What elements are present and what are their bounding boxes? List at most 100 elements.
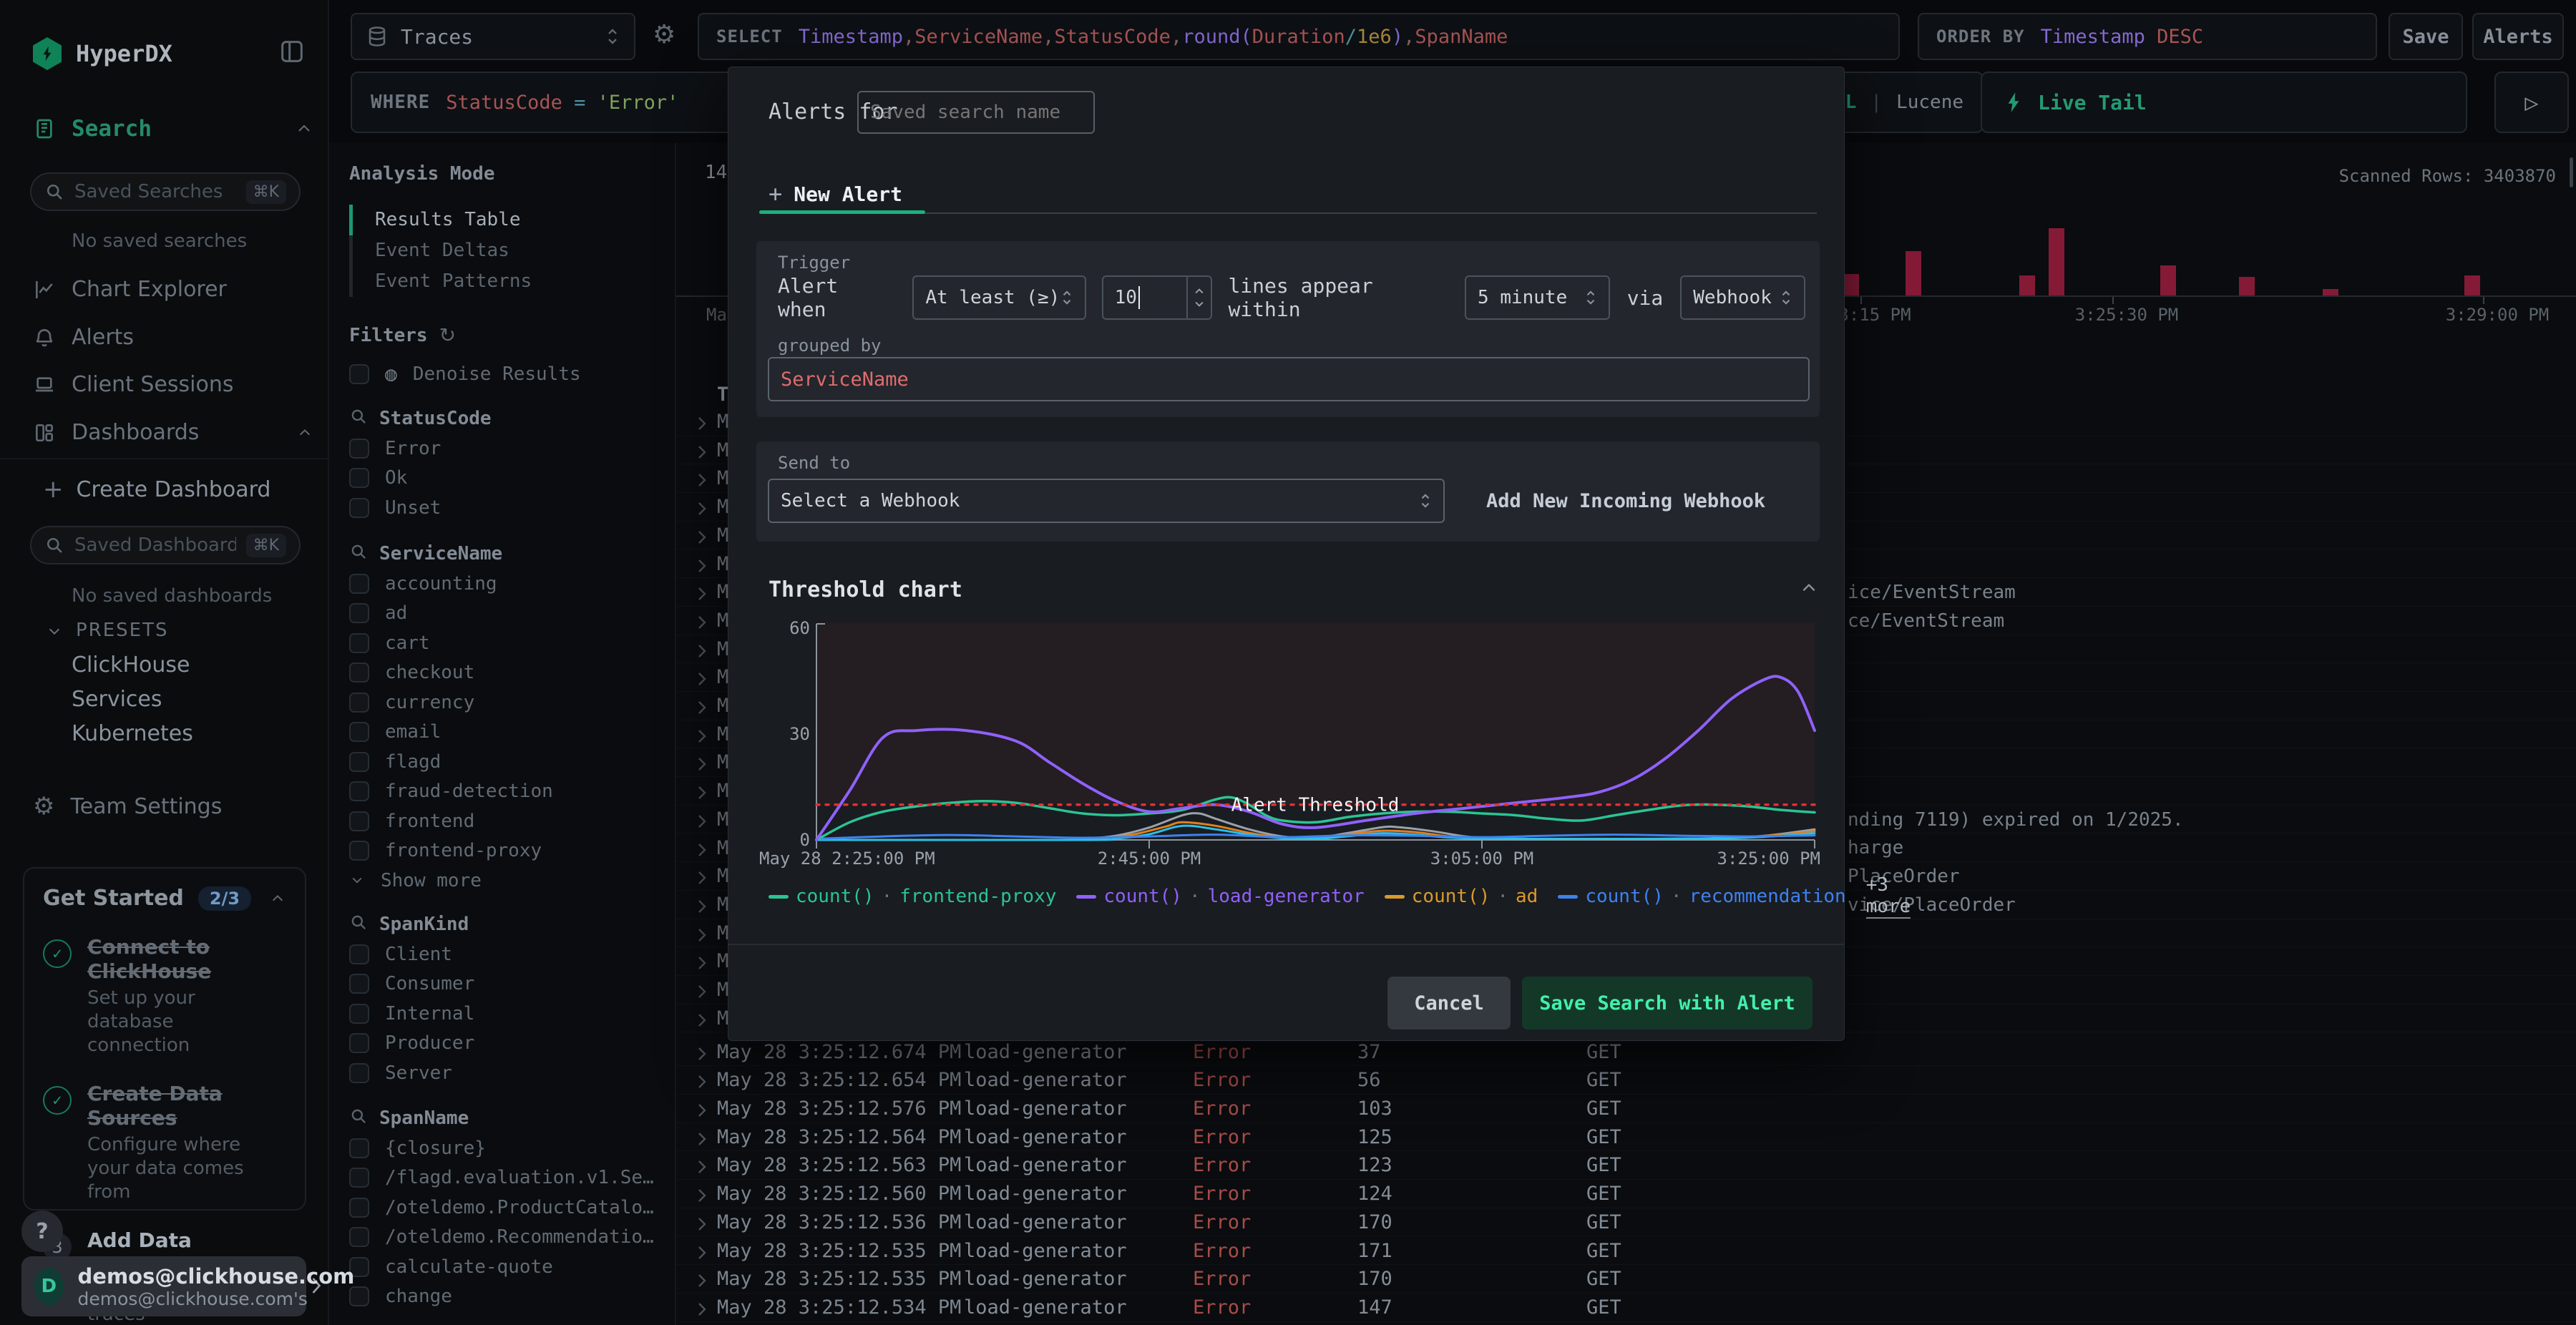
checkbox[interactable] [349, 944, 369, 964]
analysis-mode-event-patterns[interactable]: Event Patterns [349, 266, 663, 297]
histogram-bar[interactable] [1843, 274, 1859, 297]
save-search-with-alert-button[interactable]: Save Search with Alert [1522, 977, 1813, 1030]
checkbox[interactable] [349, 363, 369, 384]
live-tail-button[interactable]: Live Tail [1981, 72, 2467, 133]
help-button[interactable]: ? [21, 1211, 63, 1252]
sidebar-item-dashboards[interactable]: Dashboards [33, 416, 313, 448]
checkbox[interactable] [349, 632, 369, 653]
get-started-step-1[interactable]: ✓ Connect to ClickHouse Set up your data… [43, 935, 286, 1057]
number-stepper[interactable] [1186, 277, 1211, 318]
presets-toggle[interactable]: PRESETS [46, 620, 169, 641]
filter-option[interactable]: frontend-proxy [349, 836, 665, 866]
table-row[interactable]: May 28 3:25:12.654 PM load-generator Error… [676, 1066, 2576, 1095]
create-dashboard-button[interactable]: + Create Dashboard [43, 475, 270, 504]
sidebar-item-chart-explorer[interactable]: Chart Explorer [33, 273, 313, 305]
filter-option[interactable]: {closure} [349, 1133, 665, 1163]
legend-item[interactable]: count() · frontend-proxy [769, 886, 1056, 907]
checkbox[interactable] [349, 1062, 369, 1083]
legend-item[interactable]: count() · ad [1384, 886, 1538, 907]
cancel-button[interactable]: Cancel [1387, 977, 1511, 1030]
histogram-bar[interactable] [2019, 275, 2035, 297]
checkbox[interactable] [349, 468, 369, 489]
legend-item[interactable]: count() · recommendation [1558, 886, 1846, 907]
window-select[interactable]: 5 minute [1465, 275, 1610, 320]
preset-services[interactable]: Services [72, 687, 162, 712]
saved-dashboards-input[interactable] [74, 534, 236, 556]
checkbox[interactable] [349, 1138, 369, 1158]
table-row[interactable]: May 28 3:25:12.563 PM load-generator Error… [676, 1151, 2576, 1180]
filter-option[interactable]: Consumer [349, 969, 665, 999]
filter-option[interactable]: frontend [349, 806, 665, 836]
denoise-toggle[interactable]: ◍ Denoise Results [349, 359, 663, 389]
checkbox[interactable] [349, 662, 369, 683]
source-settings-gear-icon[interactable]: ⚙ [653, 20, 675, 49]
threshold-type-select[interactable]: At least (≥) [912, 275, 1086, 320]
histogram-bar[interactable] [2049, 228, 2064, 297]
threshold-chart[interactable]: 0 30 60 May 28 2:25:00 PM 2:45:00 PM 3:05:00 … [759, 612, 1825, 877]
filter-option[interactable]: flagd [349, 747, 665, 777]
filter-option[interactable]: change [349, 1282, 665, 1312]
filter-option[interactable]: Unset [349, 493, 665, 523]
sql-select-input[interactable]: SELECT Timestamp,ServiceName,StatusCode,… [698, 13, 1900, 60]
filter-option[interactable]: currency [349, 688, 665, 718]
alerts-button[interactable]: Alerts [2472, 13, 2564, 60]
checkbox[interactable] [349, 841, 369, 861]
language-lucene[interactable]: Lucene [1896, 92, 1963, 113]
order-by-input[interactable]: ORDER BY Timestamp DESC [1918, 13, 2377, 60]
checkbox[interactable] [349, 1168, 369, 1188]
threshold-value-input[interactable]: 10 [1101, 275, 1213, 320]
chevron-right-icon[interactable] [696, 1299, 708, 1325]
table-row[interactable]: May 28 3:25:12.564 PM load-generator Error… [676, 1123, 2576, 1152]
filter-option[interactable]: /oteldemo.Recommendatio… [349, 1223, 665, 1253]
sidebar-item-client-sessions[interactable]: Client Sessions [33, 368, 313, 400]
filter-option[interactable]: Producer [349, 1029, 665, 1059]
refresh-icon[interactable]: ↻ [439, 323, 456, 347]
histogram-bar[interactable] [2239, 277, 2255, 297]
table-row[interactable]: May 28 3:25:12.536 PM load-generator Error… [676, 1208, 2576, 1237]
filter-option[interactable]: Internal [349, 999, 665, 1029]
source-select[interactable]: Traces [351, 13, 635, 60]
webhook-select[interactable]: Select a Webhook [768, 479, 1445, 523]
sidebar-item-search[interactable]: Search [33, 116, 313, 142]
channel-select[interactable]: Webhook [1680, 275, 1806, 320]
checkbox[interactable] [349, 722, 369, 743]
saved-searches-input[interactable] [74, 181, 236, 202]
saved-search-name-input[interactable] [857, 91, 1095, 134]
checkbox[interactable] [349, 603, 369, 624]
filter-option[interactable]: email [349, 718, 665, 748]
table-row[interactable]: May 28 3:25:12.534 PM load-generator Error… [676, 1294, 2576, 1322]
checkbox[interactable] [349, 1197, 369, 1218]
chevron-up-icon[interactable] [296, 420, 313, 445]
histogram-bar[interactable] [2464, 275, 2480, 297]
filter-option[interactable]: /flagd.evaluation.v1.Se… [349, 1163, 665, 1193]
chevron-up-icon[interactable] [269, 891, 286, 906]
grouped-by-input[interactable]: ServiceName [768, 357, 1810, 401]
preset-kubernetes[interactable]: Kubernetes [72, 721, 193, 746]
filter-option[interactable]: calculate-quote [349, 1252, 665, 1282]
filter-option[interactable]: cart [349, 628, 665, 658]
checkbox[interactable] [349, 751, 369, 772]
table-row[interactable]: May 28 3:25:12.535 PM load-generator Error… [676, 1237, 2576, 1266]
table-row[interactable]: May 28 3:25:12.560 PM load-generator Error… [676, 1180, 2576, 1208]
scrollbar-thumb[interactable] [2570, 157, 2573, 187]
filter-option[interactable]: Server [349, 1058, 665, 1088]
checkbox[interactable] [349, 573, 369, 594]
filter-option[interactable]: fraud-detection [349, 777, 665, 807]
table-row[interactable]: May 28 3:25:12.674 PM load-generator Error… [676, 1038, 2576, 1067]
analysis-mode-results-table[interactable]: Results Table [349, 205, 663, 235]
filter-option[interactable]: checkout [349, 658, 665, 688]
checkbox[interactable] [349, 1033, 369, 1054]
checkbox[interactable] [349, 438, 369, 459]
add-new-webhook-button[interactable]: Add New Incoming Webhook [1486, 479, 1765, 523]
tab-new-alert[interactable]: + New Alert [769, 180, 902, 208]
saved-searches-search[interactable]: ⌘K [30, 172, 301, 211]
legend-item[interactable]: count() · load-generator [1076, 886, 1365, 907]
histogram-bar[interactable] [1906, 251, 1921, 297]
preset-clickhouse[interactable]: ClickHouse [72, 652, 190, 678]
save-button[interactable]: Save [2389, 13, 2463, 60]
collapse-chart-chevron-up-icon[interactable] [1799, 580, 1819, 597]
filter-option[interactable]: ad [349, 599, 665, 629]
legend-more-button[interactable]: +3 more [1865, 874, 1911, 919]
checkbox[interactable] [349, 497, 369, 518]
checkbox[interactable] [349, 1003, 369, 1024]
